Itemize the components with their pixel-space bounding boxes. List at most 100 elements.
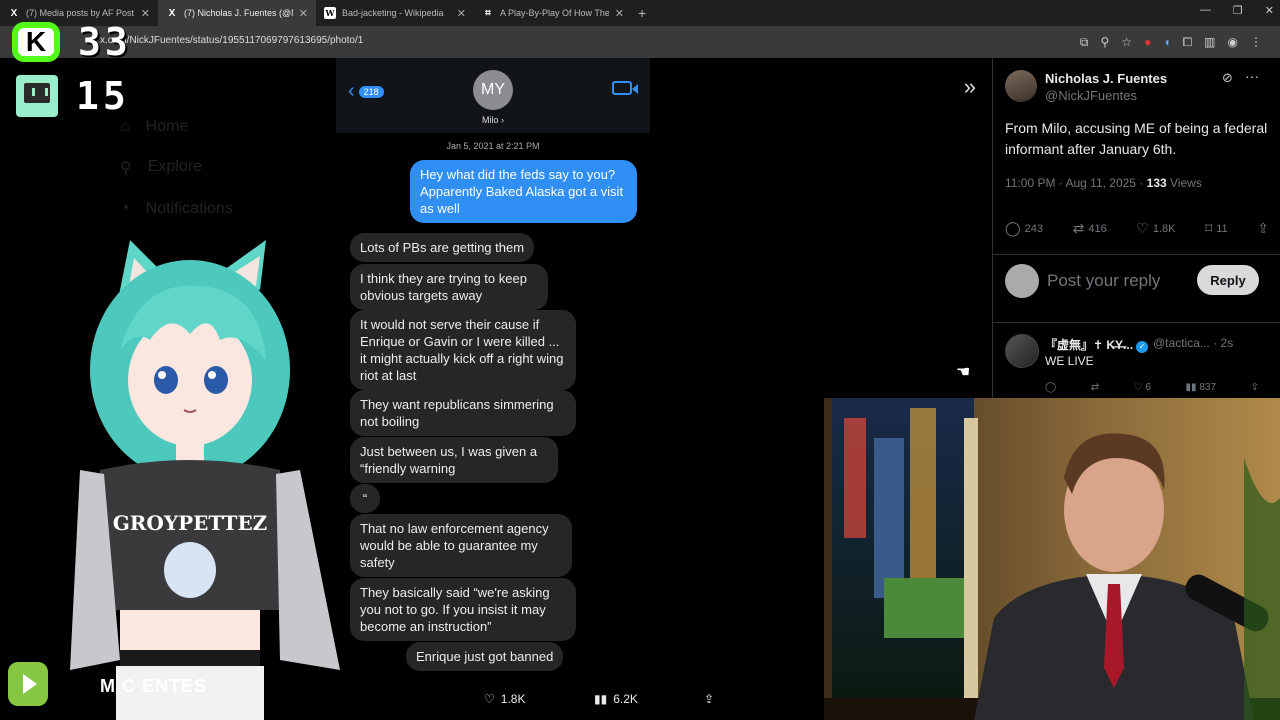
grok-icon[interactable]: ⊘ — [1222, 70, 1233, 86]
dimmed-trends-column: » — [650, 58, 990, 398]
photo-views[interactable]: ▮▮ 6.2K — [594, 692, 638, 706]
minimize-icon[interactable]: — — [1200, 4, 1211, 17]
expand-double-chevron-icon[interactable]: » — [964, 74, 976, 100]
share-icon: ⇪ — [704, 692, 715, 706]
message-bubble-outgoing: Hey what did the feds say to you? Appare… — [410, 160, 637, 223]
x-logo-icon: X — [10, 7, 18, 19]
heart-icon: ♡ — [484, 692, 495, 706]
new-tab-button[interactable]: + — [638, 5, 646, 21]
url-field[interactable]: x.com/NickJFuentes/status/19551170697976… — [100, 35, 363, 46]
divider — [993, 254, 1280, 255]
facetime-video-icon — [612, 81, 638, 95]
tweet-photo-viewer[interactable]: ‹ 218 MY Milo › Jan 5, 2021 at 2:21 PM H… — [336, 58, 650, 672]
tweet-timestamp[interactable]: 11:00 PM · Aug 11, 2025 · — [1005, 176, 1147, 190]
twitch-logo-icon — [16, 75, 58, 117]
photo-like-button[interactable]: ♡ 1.8K — [484, 692, 525, 706]
vtuber-avatar: GROYPETTEZ — [60, 230, 370, 720]
share-icon: ⇪ — [1257, 220, 1269, 236]
photo-share-button[interactable]: ⇪ — [704, 692, 714, 706]
message-bubble-incoming: They want republicans simmering not boil… — [350, 390, 576, 436]
install-app-icon[interactable]: ⧉ — [1080, 35, 1089, 50]
comment-repost-icon[interactable]: ⇄ — [1091, 382, 1099, 393]
share-button[interactable]: ⇪ — [1257, 220, 1269, 237]
bookmark-button[interactable]: ⌑ 11 — [1205, 220, 1228, 237]
address-bar: x.com/NickJFuentes/status/19551170697976… — [0, 26, 1280, 58]
message-bubble-incoming: Just between us, I was given a “friendly… — [350, 437, 558, 483]
comment-views[interactable]: ▮▮ 837 — [1186, 382, 1216, 393]
browser-tab-active[interactable]: X (7) Nicholas J. Fuentes (@NickJ ✕ — [158, 0, 316, 26]
like-button[interactable]: ♡ 1.8K — [1136, 220, 1175, 237]
vtuber-illustration: GROYPETTEZ — [70, 240, 340, 720]
close-tab-icon[interactable]: ✕ — [457, 7, 466, 20]
sidebar-icon[interactable]: ▥ — [1204, 35, 1215, 50]
search-icon: ⚲ — [120, 160, 132, 177]
extensions-puzzle-icon[interactable]: ⧠ — [1183, 35, 1193, 50]
tweet-actions: ◯ 243 ⇄ 416 ♡ 1.8K ⌑ 11 ⇪ — [1005, 220, 1269, 237]
close-tab-icon[interactable]: ✕ — [615, 7, 624, 20]
author-name[interactable]: Nicholas J. Fuentes — [1045, 71, 1167, 86]
hand-cursor-icon: ☚ — [956, 364, 971, 381]
nav-notifications-label: Notifications — [145, 200, 233, 217]
kick-logo-letter: K — [25, 26, 47, 57]
message-bubble-incoming: It would not serve their cause if Enriqu… — [350, 310, 576, 390]
reply-count: 243 — [1024, 222, 1044, 235]
contact-name: Milo › — [482, 115, 504, 125]
menu-icon[interactable]: ⋮ — [1250, 35, 1262, 50]
like-count: 1.8K — [1152, 222, 1176, 235]
nav-explore-label: Explore — [147, 158, 202, 175]
browser-tab[interactable]: ⌗ A Play-By-Play Of How The Tru ✕ — [474, 0, 632, 26]
reply-button[interactable]: ◯ 243 — [1005, 220, 1043, 237]
wikipedia-logo-icon: W — [324, 7, 336, 19]
message-bubble-incoming: I think they are trying to keep obvious … — [350, 264, 548, 310]
nav-home-label: Home — [145, 118, 189, 135]
verified-badge-icon: ✓ — [1136, 341, 1149, 353]
bell-icon: ◔ — [120, 200, 130, 217]
extension-icon[interactable]: ● — [1144, 35, 1151, 50]
tab-title: A Play-By-Play Of How The Tru — [500, 8, 609, 18]
restore-icon[interactable]: ❐ — [1233, 4, 1243, 17]
tweet-meta: 11:00 PM · Aug 11, 2025 · 133 Views — [1005, 176, 1202, 190]
heart-icon: ♡ — [1136, 220, 1149, 236]
commenter-name[interactable]: 『虚無』✝ K̶Y̶... ✓ — [1045, 336, 1149, 353]
tweet-view-count: 133 — [1146, 176, 1167, 190]
svg-text:GROYPETTEZ: GROYPETTEZ — [113, 511, 268, 535]
zoom-icon[interactable]: ⚲ — [1101, 35, 1110, 50]
close-window-icon[interactable]: ✕ — [1265, 4, 1274, 17]
comment-reply-icon[interactable]: ◯ — [1045, 382, 1056, 393]
comment-view-count: 837 — [1199, 382, 1217, 393]
imessage-header: ‹ 218 MY Milo › — [336, 58, 650, 133]
message-bubble-incoming: They basically said “we're asking you no… — [350, 578, 576, 641]
tab-title: (7) Media posts by AF Post (@A — [26, 8, 135, 18]
repost-count: 416 — [1088, 222, 1107, 235]
author-avatar[interactable] — [1005, 70, 1037, 102]
tweet-text: From Milo, accusing ME of being a federa… — [1005, 120, 1268, 157]
twitch-viewer-count: 15 — [76, 74, 130, 118]
comment-share-icon[interactable]: ⇪ — [1251, 382, 1259, 393]
profile-icon[interactable]: ◉ — [1228, 35, 1238, 50]
more-options-icon[interactable]: ··· — [1245, 68, 1259, 84]
bookmark-star-icon[interactable]: ☆ — [1121, 35, 1132, 50]
dimmed-x-sidebar: ⌂ Home ⚲ Explore ◔ Notifications — [120, 118, 233, 240]
audio-icon[interactable]: ◖ — [1163, 35, 1170, 50]
author-handle[interactable]: @NickJFuentes — [1045, 88, 1137, 103]
contact-avatar: MY — [473, 70, 513, 110]
bookmark-count: 11 — [1216, 222, 1228, 235]
commenter-name-text: 『虚無』✝ K̶Y̶... — [1045, 338, 1134, 352]
close-tab-icon[interactable]: ✕ — [299, 7, 308, 20]
reply-submit-button[interactable]: Reply — [1197, 265, 1259, 295]
comment-like-button[interactable]: ♡ 6 — [1134, 382, 1151, 393]
twitch-viewer-badge: 15 — [16, 74, 130, 118]
kick-viewer-badge: K 33 — [12, 20, 132, 64]
user-avatar — [1005, 264, 1039, 298]
streamer-name-bar — [8, 662, 48, 706]
reply-input[interactable]: Post your reply — [1047, 271, 1160, 291]
commenter-avatar[interactable] — [1005, 334, 1039, 368]
tab-title: (7) Nicholas J. Fuentes (@NickJ — [184, 8, 293, 18]
close-tab-icon[interactable]: ✕ — [141, 7, 150, 20]
reply-icon: ◯ — [1005, 220, 1021, 236]
browser-tab[interactable]: W Bad-jacketing - Wikipedia ✕ — [316, 0, 474, 26]
commenter-handle[interactable]: @tactica... · 2s — [1153, 336, 1233, 350]
tab-title: Bad-jacketing - Wikipedia — [342, 8, 444, 18]
message-bubble-incoming: That no law enforcement agency would be … — [350, 514, 572, 577]
repost-button[interactable]: ⇄ 416 — [1073, 220, 1107, 237]
